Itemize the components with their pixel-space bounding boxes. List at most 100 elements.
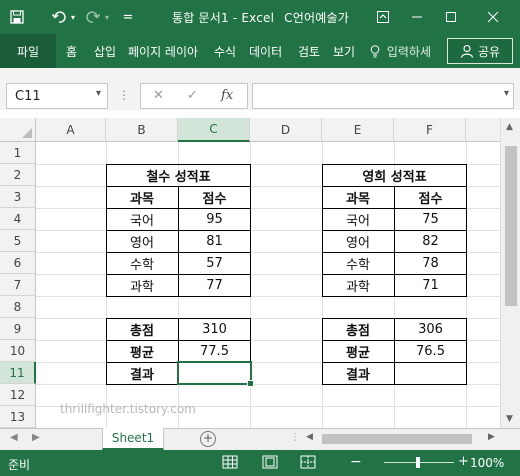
page-break-view-icon[interactable] (300, 455, 316, 469)
sheet-tab-sheet1[interactable]: Sheet1 (102, 428, 164, 450)
tab-page-layout[interactable]: 페이지 레이아 (128, 43, 198, 60)
save-icon[interactable] (8, 8, 26, 26)
formula-input[interactable]: ▾ (252, 83, 514, 109)
score-cell[interactable]: 95 (178, 208, 251, 230)
score-cell[interactable]: 71 (394, 274, 467, 296)
average-value[interactable]: 76.5 (394, 340, 467, 362)
vertical-scroll-thumb[interactable] (505, 146, 517, 306)
subject-cell[interactable]: 영어 (322, 230, 394, 252)
tab-view[interactable]: 보기 (333, 43, 355, 60)
score-cell[interactable]: 77 (178, 274, 251, 296)
result-label[interactable]: 결과 (322, 362, 394, 384)
close-button[interactable] (482, 6, 504, 28)
score-cell[interactable]: 75 (394, 208, 467, 230)
zoom-level[interactable]: 100% (470, 456, 504, 470)
formula-bar-grip-icon[interactable]: ⋮ (118, 88, 130, 102)
tab-home[interactable]: 홈 (66, 43, 77, 60)
table-title[interactable]: 영희 성적표 (322, 164, 467, 186)
insert-function-button[interactable]: fx (221, 88, 233, 103)
undo-dropdown-icon[interactable]: ▾ (68, 8, 78, 26)
maximize-button[interactable] (440, 6, 462, 28)
name-box[interactable]: C11 ▾ (6, 83, 108, 109)
zoom-in-icon[interactable]: + (458, 454, 469, 469)
add-sheet-button[interactable]: + (200, 431, 216, 447)
page-layout-view-icon[interactable] (262, 455, 278, 469)
expand-formula-bar-icon[interactable]: ▾ (504, 88, 509, 99)
enter-icon[interactable]: ✓ (187, 88, 198, 103)
customize-quick-access-icon[interactable]: = (122, 8, 134, 26)
header-subject[interactable]: 과목 (322, 186, 394, 208)
tab-insert[interactable]: 삽입 (94, 43, 116, 60)
ribbon-display-options-button[interactable] (372, 6, 394, 28)
subject-cell[interactable]: 수학 (106, 252, 178, 274)
zoom-out-icon[interactable]: − (350, 454, 362, 470)
header-score[interactable]: 점수 (394, 186, 467, 208)
tell-me-box[interactable]: 입력하세 (370, 43, 431, 60)
tab-review[interactable]: 검토 (298, 43, 320, 60)
row-header-2[interactable]: 2 (0, 164, 36, 186)
row-header-5[interactable]: 5 (0, 230, 36, 252)
column-header-g[interactable] (466, 118, 500, 142)
row-header-13[interactable]: 13 (0, 406, 36, 428)
table-title[interactable]: 철수 성적표 (106, 164, 251, 186)
column-header-d[interactable]: D (250, 118, 322, 142)
average-value[interactable]: 77.5 (178, 340, 251, 362)
row-header-12[interactable]: 12 (0, 384, 36, 406)
tab-data[interactable]: 데이터 (249, 43, 282, 60)
scroll-down-icon[interactable]: ▼ (506, 414, 513, 424)
vertical-scrollbar[interactable]: ▲ ▼ (500, 118, 520, 428)
row-header-10[interactable]: 10 (0, 340, 36, 362)
next-sheet-icon[interactable]: ▶ (32, 432, 40, 443)
score-cell[interactable]: 78 (394, 252, 467, 274)
undo-icon[interactable] (50, 8, 68, 26)
subject-cell[interactable]: 과학 (322, 274, 394, 296)
total-value[interactable]: 310 (178, 318, 251, 340)
subject-cell[interactable]: 수학 (322, 252, 394, 274)
redo-icon[interactable] (84, 8, 102, 26)
zoom-slider-thumb[interactable] (416, 457, 420, 468)
row-header-3[interactable]: 3 (0, 186, 36, 208)
column-header-a[interactable]: A (36, 118, 106, 142)
tab-formulas[interactable]: 수식 (214, 43, 236, 60)
result-label[interactable]: 결과 (106, 362, 178, 384)
horizontal-scroll-thumb[interactable] (322, 434, 472, 444)
scroll-up-icon[interactable]: ▲ (506, 122, 513, 132)
score-cell[interactable]: 82 (394, 230, 467, 252)
header-subject[interactable]: 과목 (106, 186, 178, 208)
row-header-11[interactable]: 11 (0, 362, 36, 384)
normal-view-icon[interactable] (222, 455, 238, 469)
average-label[interactable]: 평균 (106, 340, 178, 362)
column-header-b[interactable]: B (106, 118, 178, 142)
subject-cell[interactable]: 영어 (106, 230, 178, 252)
share-button[interactable]: 공유 (447, 38, 513, 64)
row-header-9[interactable]: 9 (0, 318, 36, 340)
subject-cell[interactable]: 국어 (322, 208, 394, 230)
column-header-e[interactable]: E (322, 118, 394, 142)
user-name[interactable]: C언어예술가 (284, 11, 349, 25)
redo-dropdown-icon[interactable]: ▾ (102, 8, 112, 26)
score-cell[interactable]: 57 (178, 252, 251, 274)
scroll-right-icon[interactable]: ▶ (488, 432, 495, 442)
column-header-f[interactable]: F (394, 118, 466, 142)
row-header-4[interactable]: 4 (0, 208, 36, 230)
name-box-dropdown-icon[interactable]: ▾ (96, 88, 101, 99)
score-cell[interactable]: 81 (178, 230, 251, 252)
select-all-button[interactable] (0, 118, 36, 142)
subject-cell[interactable]: 국어 (106, 208, 178, 230)
cancel-icon[interactable]: ✕ (153, 88, 164, 103)
previous-sheet-icon[interactable]: ◀ (10, 432, 18, 443)
result-value[interactable] (394, 362, 467, 384)
horizontal-scrollbar[interactable]: ◀ ▶ (300, 432, 500, 446)
total-label[interactable]: 총점 (322, 318, 394, 340)
tab-file[interactable]: 파일 (0, 34, 56, 68)
row-header-7[interactable]: 7 (0, 274, 36, 296)
total-label[interactable]: 총점 (106, 318, 178, 340)
row-header-1[interactable]: 1 (0, 142, 36, 164)
tab-split-grip-icon[interactable]: ⋮ (290, 432, 300, 443)
total-value[interactable]: 306 (394, 318, 467, 340)
scroll-left-icon[interactable]: ◀ (306, 432, 313, 442)
subject-cell[interactable]: 과학 (106, 274, 178, 296)
row-header-8[interactable]: 8 (0, 296, 36, 318)
active-cell-c11[interactable] (177, 361, 254, 387)
column-header-c[interactable]: C (178, 118, 250, 142)
